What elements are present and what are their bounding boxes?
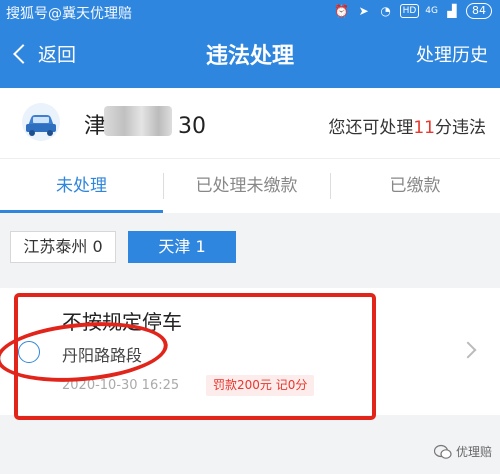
plate-suffix: 30	[178, 114, 207, 139]
top-bar: 搜狐号@冀天优理赔 ⏰ ➤ ◔ HD 4G ▟ 84 返回 违法处理 处理历史	[0, 0, 500, 88]
region-chip-jiangsu-taizhou[interactable]: 江苏泰州 0	[10, 231, 116, 263]
location-icon: ➤	[358, 4, 369, 18]
nav-bar: 返回 违法处理 处理历史	[0, 26, 500, 86]
car-icon	[22, 103, 60, 141]
remain-suffix: 分违法	[435, 118, 486, 138]
violation-location: 丹阳路路段	[62, 346, 143, 365]
back-button[interactable]: 返回	[10, 40, 76, 67]
clock-icon: ◔	[380, 4, 391, 18]
status-icons: ⏰ ➤ ◔ HD 4G ▟ 84	[334, 3, 492, 19]
plate-redaction	[104, 106, 172, 136]
signal-icon: ▟	[447, 4, 457, 18]
bottom-watermark: 优理赔	[433, 443, 492, 460]
back-label: 返回	[38, 44, 77, 66]
network-type: 4G	[425, 6, 438, 16]
status-bar: 搜狐号@冀天优理赔 ⏰ ➤ ◔ HD 4G ▟ 84	[0, 0, 500, 26]
history-button[interactable]: 处理历史	[416, 41, 488, 67]
fine-badge: 罚款200元 记0分	[206, 375, 315, 396]
violation-handling-page: 搜狐号@冀天优理赔 ⏰ ➤ ◔ HD 4G ▟ 84 返回 违法处理 处理历史	[0, 0, 500, 474]
chevron-right-icon	[459, 341, 477, 359]
bottom-watermark-text: 优理赔	[455, 445, 492, 459]
remain-prefix: 您还可处理	[328, 118, 414, 138]
select-radio[interactable]	[18, 341, 40, 363]
remaining-points-text: 您还可处理11分违法	[328, 113, 486, 138]
tab-unprocessed[interactable]: 未处理	[0, 159, 163, 214]
vehicle-summary: 津 30 您还可处理11分违法	[0, 88, 500, 158]
alarm-icon: ⏰	[334, 4, 350, 18]
active-tab-indicator	[0, 210, 163, 213]
wechat-icon	[433, 444, 452, 459]
source-watermark: 搜狐号@冀天优理赔	[6, 6, 132, 22]
tab-paid[interactable]: 已缴款	[330, 159, 500, 214]
chevron-left-icon	[13, 43, 33, 64]
violation-card[interactable]: 不按规定停车 丹阳路路段 2020-10-30 16:25 罚款200元 记0分	[0, 288, 500, 415]
region-chip-tianjin[interactable]: 天津 1	[128, 231, 236, 263]
hd-badge: HD	[399, 4, 420, 18]
violation-title: 不按规定停车	[62, 310, 182, 334]
plate-prefix: 津	[84, 114, 107, 139]
tab-processed-unpaid[interactable]: 已处理未缴款	[163, 159, 330, 214]
status-tabs: 未处理 已处理未缴款 已缴款	[0, 158, 500, 213]
battery-level: 84	[466, 3, 492, 19]
remaining-points: 11	[413, 118, 435, 138]
violation-datetime: 2020-10-30 16:25	[62, 378, 180, 393]
